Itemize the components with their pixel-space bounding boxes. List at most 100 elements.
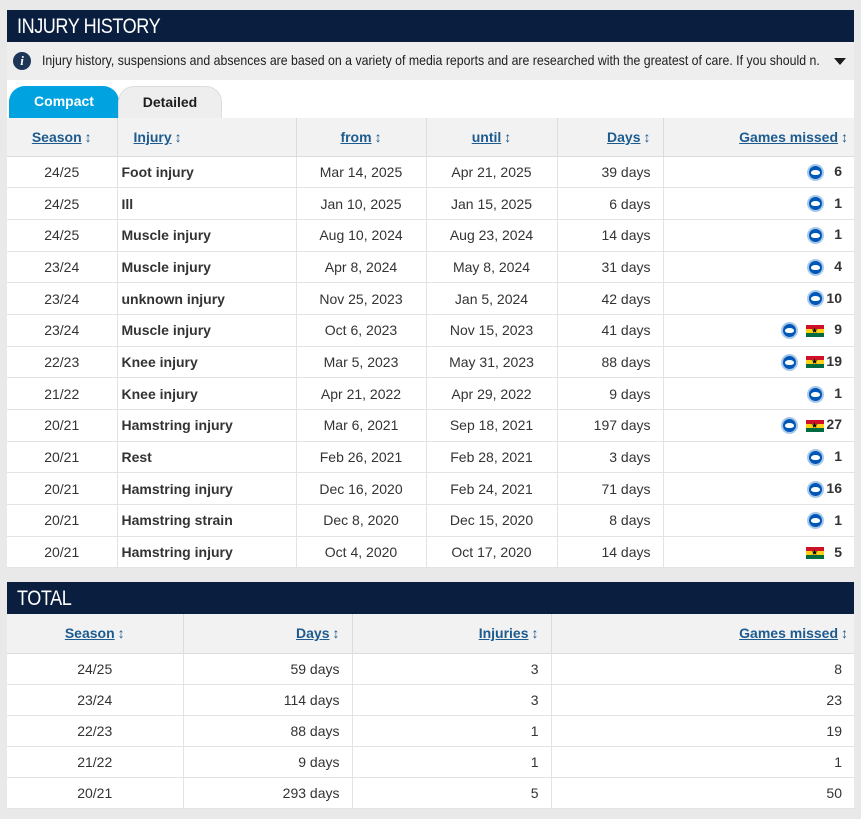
column-header-season[interactable]: Season ↕ bbox=[7, 614, 184, 654]
sort-icon[interactable]: ↕ bbox=[841, 129, 848, 145]
table-row: 23/24 114 days 3 23 bbox=[7, 684, 854, 716]
club-crest-icon[interactable] bbox=[807, 195, 824, 213]
games-missed-cell: 27 bbox=[663, 409, 854, 442]
total-header: TOTAL bbox=[7, 582, 854, 614]
season-cell: 20/21 bbox=[7, 536, 118, 569]
sort-icon[interactable]: ↕ bbox=[841, 625, 848, 641]
club-crest-icon[interactable] bbox=[781, 353, 798, 371]
days-cell: 6 days bbox=[557, 187, 664, 220]
games-missed-cell: 4 bbox=[663, 251, 854, 284]
chevron-down-icon[interactable] bbox=[834, 58, 846, 65]
sort-icon[interactable]: ↕ bbox=[532, 625, 539, 641]
until-date-cell: Feb 24, 2021 bbox=[426, 472, 558, 506]
games-missed-cell: 10 bbox=[663, 282, 854, 315]
games-missed-cell: 9 bbox=[663, 314, 854, 347]
games-missed-cell: 1 bbox=[551, 746, 854, 778]
season-cell: 20/21 bbox=[7, 504, 118, 537]
games-missed-count: 1 bbox=[834, 448, 842, 465]
sort-icon[interactable]: ↕ bbox=[504, 129, 511, 145]
from-date-cell: Jan 10, 2025 bbox=[296, 187, 427, 220]
sort-icon[interactable]: ↕ bbox=[375, 129, 382, 145]
season-cell: 21/22 bbox=[7, 746, 184, 778]
sort-icon[interactable]: ↕ bbox=[644, 129, 651, 145]
days-cell: 293 days bbox=[183, 777, 353, 809]
tab-detailed[interactable]: Detailed bbox=[118, 86, 222, 118]
column-header-days[interactable]: Days ↕ bbox=[183, 614, 353, 654]
sort-icon[interactable]: ↕ bbox=[175, 129, 182, 145]
games-missed-count: 27 bbox=[826, 416, 842, 433]
column-header-injuries[interactable]: Injuries ↕ bbox=[352, 614, 552, 654]
games-missed-cell: 1 bbox=[663, 377, 854, 410]
games-missed-count: 1 bbox=[834, 226, 842, 243]
injury-cell: Hamstring injury bbox=[117, 472, 297, 506]
from-date-cell: Mar 5, 2023 bbox=[296, 346, 427, 379]
days-cell: 14 days bbox=[557, 219, 664, 252]
tab-compact[interactable]: Compact bbox=[9, 86, 119, 118]
from-date-cell: Apr 21, 2022 bbox=[296, 377, 427, 410]
table-row: 20/21 Hamstring injury Mar 6, 2021 Sep 18, … bbox=[7, 409, 854, 442]
injury-table-header: Season ↕ Injury ↕ from ↕ until ↕ Days ↕ Games… bbox=[7, 118, 854, 157]
injury-cell: Muscle injury bbox=[117, 251, 297, 284]
season-cell: 24/25 bbox=[7, 187, 118, 220]
column-header-season[interactable]: Season ↕ bbox=[7, 118, 118, 157]
games-missed-cell: 23 bbox=[551, 684, 854, 716]
club-crest-icon[interactable] bbox=[807, 227, 824, 245]
from-date-cell: Feb 26, 2021 bbox=[296, 441, 427, 474]
disclaimer-note[interactable]: i Injury history, suspensions and absenc… bbox=[7, 42, 854, 80]
club-crest-icon[interactable] bbox=[781, 322, 798, 340]
games-missed-count: 9 bbox=[834, 321, 842, 338]
until-date-cell: Nov 15, 2023 bbox=[426, 314, 558, 347]
injury-cell: unknown injury bbox=[117, 282, 297, 315]
column-header-until[interactable]: until ↕ bbox=[426, 118, 558, 157]
club-crest-icon[interactable] bbox=[807, 448, 824, 466]
club-crest-icon[interactable] bbox=[807, 258, 824, 276]
games-missed-cell: 1 bbox=[663, 441, 854, 474]
club-crest-icon[interactable] bbox=[807, 290, 824, 308]
club-crest-icon[interactable] bbox=[807, 480, 824, 498]
ghana-flag-icon[interactable] bbox=[806, 547, 824, 560]
season-cell: 23/24 bbox=[7, 251, 118, 284]
days-cell: 9 days bbox=[557, 377, 664, 410]
club-crest-icon[interactable] bbox=[807, 512, 824, 530]
games-missed-count: 16 bbox=[826, 479, 842, 496]
injury-cell: Muscle injury bbox=[117, 219, 297, 252]
until-date-cell: May 8, 2024 bbox=[426, 251, 558, 284]
days-cell: 114 days bbox=[183, 684, 353, 716]
club-crest-icon[interactable] bbox=[807, 163, 824, 181]
sort-icon[interactable]: ↕ bbox=[118, 625, 125, 641]
club-crest-icon[interactable] bbox=[781, 417, 798, 435]
days-cell: 88 days bbox=[557, 346, 664, 379]
injury-history-panel: INJURY HISTORY i Injury history, suspens… bbox=[7, 10, 854, 569]
club-crest-icon[interactable] bbox=[807, 385, 824, 403]
ghana-flag-icon[interactable] bbox=[806, 356, 824, 369]
sort-icon[interactable]: ↕ bbox=[333, 625, 340, 641]
column-header-days[interactable]: Days ↕ bbox=[557, 118, 664, 157]
from-date-cell: Mar 14, 2025 bbox=[296, 156, 427, 189]
until-date-cell: May 31, 2023 bbox=[426, 346, 558, 379]
ghana-flag-icon[interactable] bbox=[806, 419, 824, 432]
until-date-cell: Aug 23, 2024 bbox=[426, 219, 558, 252]
column-header-games-missed[interactable]: Games missed ↕ bbox=[663, 118, 854, 157]
table-row: 23/24 unknown injury Nov 25, 2023 Jan 5, 20… bbox=[7, 282, 854, 315]
total-panel: TOTAL Season ↕ Days ↕ Injuries ↕ Games miss… bbox=[7, 582, 854, 809]
season-cell: 22/23 bbox=[7, 346, 118, 379]
sort-icon[interactable]: ↕ bbox=[85, 129, 92, 145]
injury-history-header: INJURY HISTORY bbox=[7, 10, 854, 42]
games-missed-cell: 8 bbox=[551, 653, 854, 685]
games-missed-count: 1 bbox=[834, 511, 842, 528]
season-cell: 20/21 bbox=[7, 441, 118, 474]
column-header-from[interactable]: from ↕ bbox=[296, 118, 427, 157]
column-header-games-missed[interactable]: Games missed ↕ bbox=[551, 614, 854, 654]
view-tabs: Compact Detailed bbox=[7, 80, 854, 118]
games-missed-count: 10 bbox=[826, 289, 842, 306]
games-missed-cell: 6 bbox=[663, 156, 854, 189]
games-missed-cell: 16 bbox=[663, 472, 854, 506]
games-missed-count: 4 bbox=[834, 258, 842, 274]
until-date-cell: Jan 5, 2024 bbox=[426, 282, 558, 315]
column-header-injury[interactable]: Injury ↕ bbox=[117, 118, 297, 157]
games-missed-count: 1 bbox=[834, 384, 842, 401]
injury-cell: Hamstring injury bbox=[117, 536, 297, 569]
games-missed-cell: 1 bbox=[663, 219, 854, 252]
days-cell: 42 days bbox=[557, 282, 664, 315]
ghana-flag-icon[interactable] bbox=[806, 324, 824, 337]
